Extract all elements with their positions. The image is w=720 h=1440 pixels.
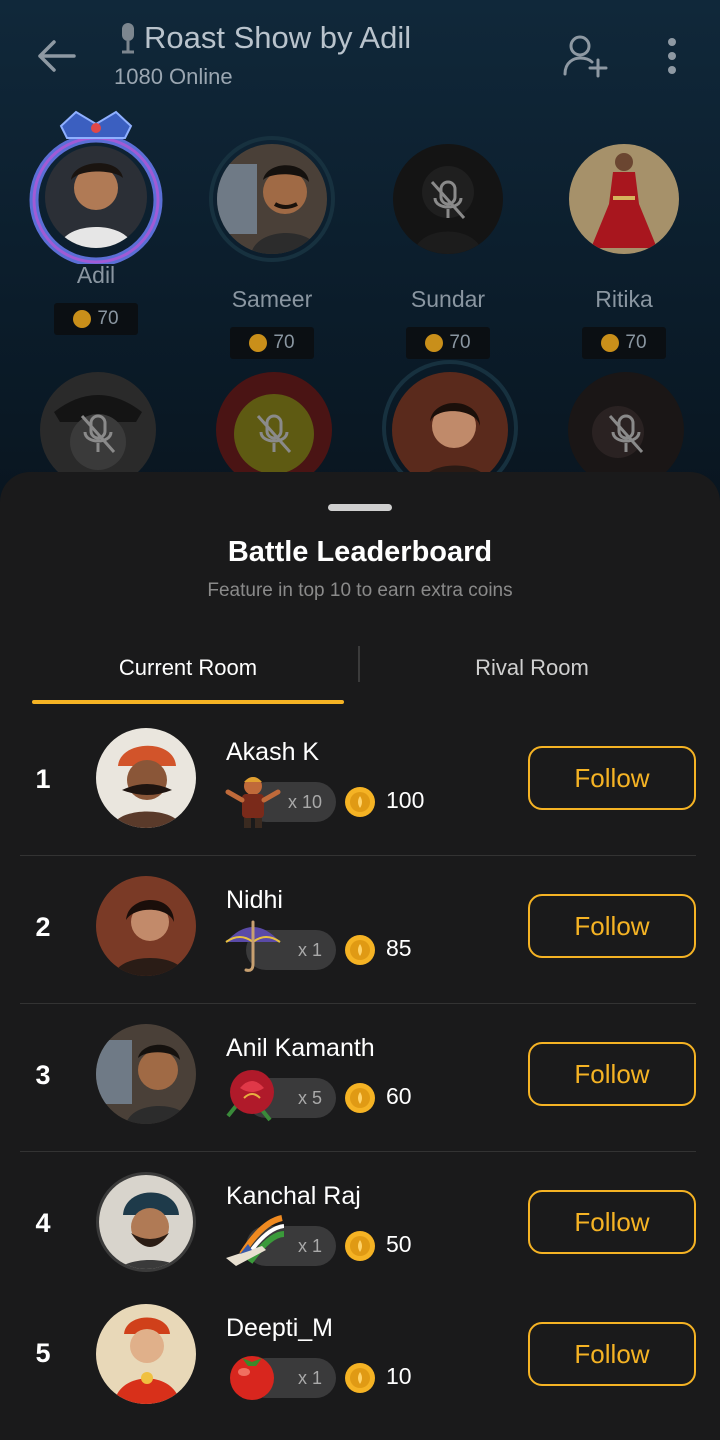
active-tab-indicator — [32, 700, 344, 704]
coin-icon — [345, 1363, 375, 1393]
avatar — [217, 144, 327, 254]
seat-name: Sameer — [231, 286, 313, 312]
seat-coin-value: 70 — [97, 308, 119, 329]
leaderboard-tabs: Current Room Rival Room — [0, 640, 720, 704]
coin-icon — [249, 334, 268, 352]
seat-row2-1[interactable] — [40, 372, 156, 488]
tomato-gift-icon — [230, 1356, 274, 1400]
seat-row2-2[interactable] — [216, 372, 332, 488]
coin-icon — [73, 310, 92, 328]
tab-current-room[interactable]: Current Room — [32, 640, 344, 696]
seat-coins: 70 — [582, 327, 666, 359]
user-avatar[interactable] — [96, 1172, 196, 1272]
rank-number: 2 — [35, 912, 51, 942]
seat-coins: 70 — [406, 327, 490, 359]
coin-icon — [345, 935, 375, 965]
coin-icon — [345, 787, 375, 817]
more-options-button[interactable] — [660, 34, 684, 78]
seat-name: Ritika — [595, 286, 653, 312]
avatar — [45, 146, 147, 248]
coin-icon — [425, 334, 444, 352]
dancer-gift-icon — [225, 777, 281, 828]
room-title-text: Roast Show by Adil — [144, 20, 412, 55]
user-avatar[interactable] — [96, 728, 196, 828]
back-arrow-icon — [38, 40, 76, 72]
seat-row2-4[interactable] — [568, 372, 684, 488]
rank-number: 5 — [35, 1338, 51, 1368]
room-header: Roast Show by Adil 1080 Online — [0, 0, 720, 110]
room-title: Roast Show by Adil — [114, 20, 411, 56]
coin-amount: 85 — [386, 935, 412, 961]
seat-coins: 70 — [54, 303, 138, 335]
seat-row2-3[interactable] — [392, 372, 508, 488]
seat-name: Sundar — [410, 286, 486, 312]
user-name: Anil Kamanth — [226, 1034, 375, 1062]
mic-muted-icon — [430, 180, 466, 219]
tab-rival-room[interactable]: Rival Room — [360, 640, 704, 696]
coin-amount: 50 — [386, 1231, 412, 1257]
sheet-drag-handle[interactable] — [328, 504, 392, 511]
seat-coins: 70 — [230, 327, 314, 359]
avatar — [569, 144, 679, 254]
seat-name: Adil — [76, 262, 116, 288]
coin-amount: 100 — [386, 787, 425, 813]
plane-gift-icon — [226, 1215, 284, 1266]
coin-icon — [345, 1083, 375, 1113]
user-avatar[interactable] — [96, 1024, 196, 1124]
gift-count: x 1 — [297, 939, 322, 960]
add-user-button[interactable] — [562, 34, 612, 78]
voice-room-background: Roast Show by Adil 1080 Online Adil 70 S… — [0, 0, 720, 520]
sheet-subtitle: Feature in top 10 to earn extra coins — [207, 580, 513, 601]
seat-sameer[interactable]: Sameer 70 — [197, 134, 347, 359]
user-name: Kanchal Raj — [226, 1182, 361, 1210]
seat-sundar[interactable]: Sundar 70 — [373, 134, 523, 359]
gift-count: x 1 — [297, 1235, 322, 1256]
online-count: 1080 Online — [114, 64, 233, 89]
rank-number: 4 — [35, 1208, 51, 1238]
umbrella-gift-icon — [225, 920, 281, 972]
rose-gift-icon — [226, 1070, 274, 1122]
leaderboard-sheet: Battle Leaderboard Feature in top 10 to … — [0, 472, 720, 1440]
user-avatar[interactable] — [96, 876, 196, 976]
microphone-icon — [122, 23, 134, 54]
back-button[interactable] — [34, 34, 78, 78]
user-name: Akash K — [226, 738, 320, 766]
follow-button-3[interactable]: Follow — [528, 1042, 696, 1106]
user-name: Nidhi — [226, 886, 283, 914]
seat-ritika[interactable]: Ritika 70 — [549, 134, 699, 359]
follow-button-5[interactable]: Follow — [528, 1322, 696, 1386]
seat-adil[interactable]: Adil 70 — [21, 104, 171, 335]
user-avatar[interactable] — [96, 1304, 196, 1404]
user-name: Deepti_M — [226, 1314, 333, 1342]
coin-icon — [345, 1231, 375, 1261]
gift-count: x 5 — [297, 1087, 322, 1108]
more-vertical-icon — [668, 38, 676, 74]
follow-button-4[interactable]: Follow — [528, 1190, 696, 1254]
rank-number: 3 — [35, 1060, 51, 1090]
sheet-title: Battle Leaderboard — [227, 536, 493, 568]
gift-count: x 10 — [287, 791, 322, 812]
coin-amount: 60 — [386, 1083, 412, 1109]
rank-number: 1 — [35, 764, 51, 794]
coin-icon — [601, 334, 620, 352]
follow-button-1[interactable]: Follow — [528, 746, 696, 810]
seat-coin-value: 70 — [449, 332, 471, 353]
seat-coin-value: 70 — [273, 332, 295, 353]
add-user-icon — [563, 35, 608, 78]
follow-button-2[interactable]: Follow — [528, 894, 696, 958]
coin-amount: 10 — [386, 1363, 412, 1389]
seat-coin-value: 70 — [625, 332, 647, 353]
gift-count: x 1 — [297, 1367, 322, 1388]
